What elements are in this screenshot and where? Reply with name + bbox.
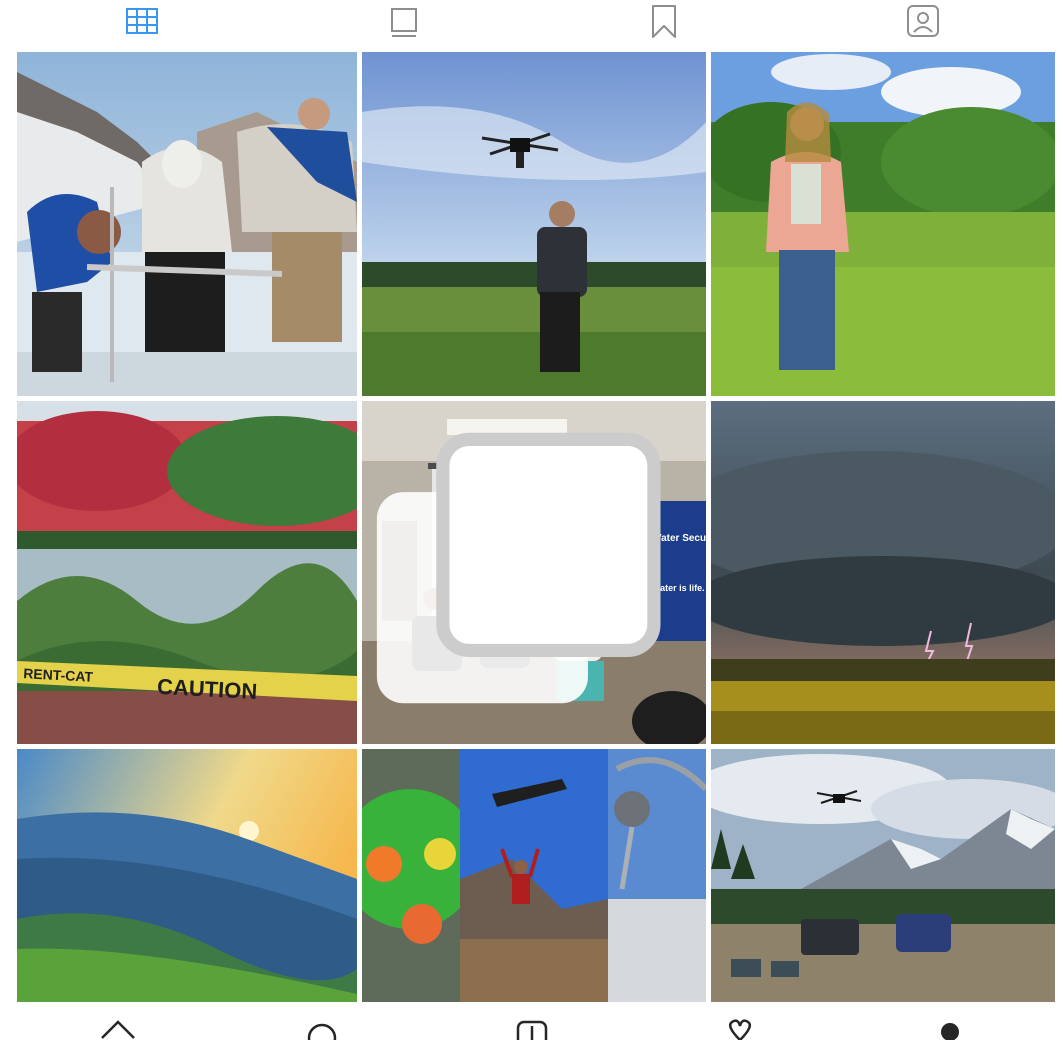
post-thumbnail[interactable]: CAUTION RENT-CAT [17,401,357,744]
post-thumbnail[interactable] [711,52,1055,396]
multiple-photos-icon [376,432,661,704]
caution-text: CAUTION [157,674,258,704]
nav-profile[interactable] [920,1010,980,1040]
bottom-navigation [0,1004,1063,1040]
tab-grid[interactable] [113,0,173,44]
post-thumbnail[interactable] [362,749,706,1002]
post-thumbnail[interactable]: Water Security Water is life. [362,401,706,744]
post-image [711,749,1055,1002]
post-thumbnail[interactable] [17,52,357,396]
search-icon [307,1023,337,1040]
nav-home[interactable] [88,1010,148,1039]
bookmark-icon [652,5,676,38]
post-thumbnail[interactable] [362,52,706,396]
post-image [711,401,1055,744]
home-icon [101,1020,135,1039]
nav-new-post[interactable] [502,1010,562,1040]
nav-search[interactable] [292,1010,352,1040]
post-image [362,52,706,396]
add-icon [516,1020,548,1040]
post-image: CAUTION RENT-CAT [17,401,357,744]
heart-icon [729,1019,751,1040]
tab-feed[interactable] [374,0,434,44]
feed-icon [391,8,417,37]
post-thumbnail[interactable] [711,401,1055,744]
grid-icon [126,8,158,34]
post-image [711,52,1055,396]
post-grid: CAUTION RENT-CAT Water Security Water is… [17,52,1055,1002]
post-image [362,749,706,1002]
post-thumbnail[interactable] [711,749,1055,1002]
tab-tagged[interactable] [893,0,953,44]
post-image [17,52,357,396]
post-thumbnail[interactable] [17,749,357,1002]
tagged-icon [907,5,939,37]
profile-tabs [0,0,1063,48]
tab-saved[interactable] [634,0,694,44]
nav-activity[interactable] [710,1010,770,1040]
profile-icon [941,1023,959,1040]
post-image [17,749,357,1002]
